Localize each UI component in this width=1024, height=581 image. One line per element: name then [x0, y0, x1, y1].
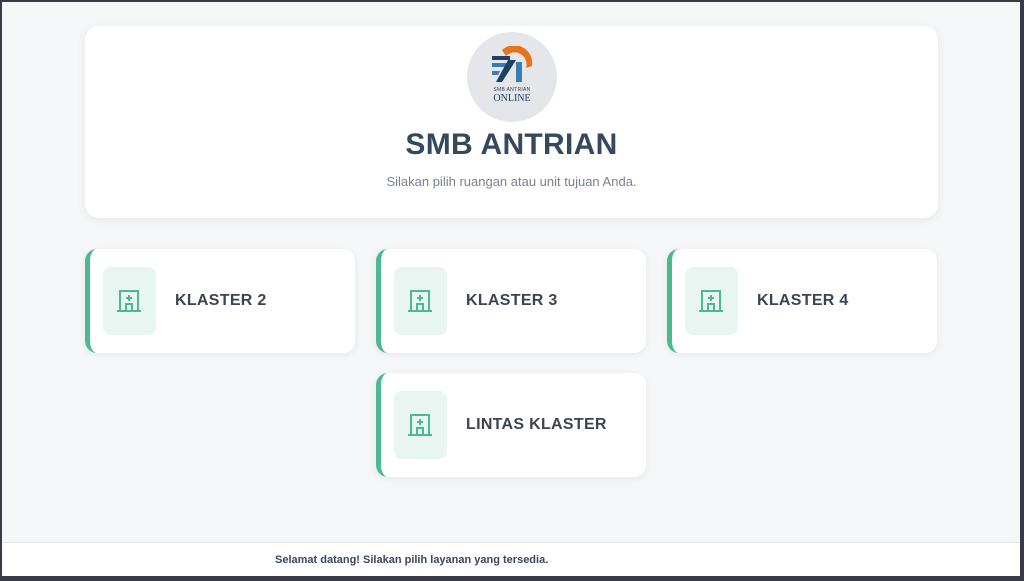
room-icon-box	[103, 267, 156, 335]
logo-big-text: ONLINE	[493, 93, 531, 104]
footer-message: Selamat datang! Silakan pilih layanan ya…	[275, 554, 549, 566]
app-viewport: SMB ANTRIAN ONLINE SMB ANTRIAN Silakan p…	[2, 2, 1020, 576]
logo-mark-icon	[492, 46, 533, 82]
hospital-icon	[699, 290, 723, 312]
room-label: KLASTER 4	[757, 292, 849, 309]
footer-ticker: Selamat datang! Silakan pilih layanan ya…	[2, 542, 1020, 576]
room-card-klaster-2[interactable]: KLASTER 2	[85, 249, 355, 353]
header-card: SMB ANTRIAN ONLINE SMB ANTRIAN Silakan p…	[85, 26, 938, 218]
page-title: SMB ANTRIAN	[405, 128, 618, 161]
room-card-klaster-4[interactable]: KLASTER 4	[667, 249, 937, 353]
room-icon-box	[685, 267, 738, 335]
room-label: LINTAS KLASTER	[466, 416, 607, 433]
room-label: KLASTER 2	[175, 292, 267, 309]
room-icon-box	[394, 391, 447, 459]
room-card-lintas-klaster[interactable]: LINTAS KLASTER	[376, 373, 646, 477]
page-subtitle: Silakan pilih ruangan atau unit tujuan A…	[386, 174, 637, 189]
room-icon-box	[394, 267, 447, 335]
hospital-icon	[408, 290, 432, 312]
smb-antrian-logo: SMB ANTRIAN ONLINE	[467, 32, 557, 122]
hospital-icon	[117, 290, 141, 312]
hospital-icon	[408, 414, 432, 436]
room-card-klaster-3[interactable]: KLASTER 3	[376, 249, 646, 353]
room-label: KLASTER 3	[466, 292, 558, 309]
